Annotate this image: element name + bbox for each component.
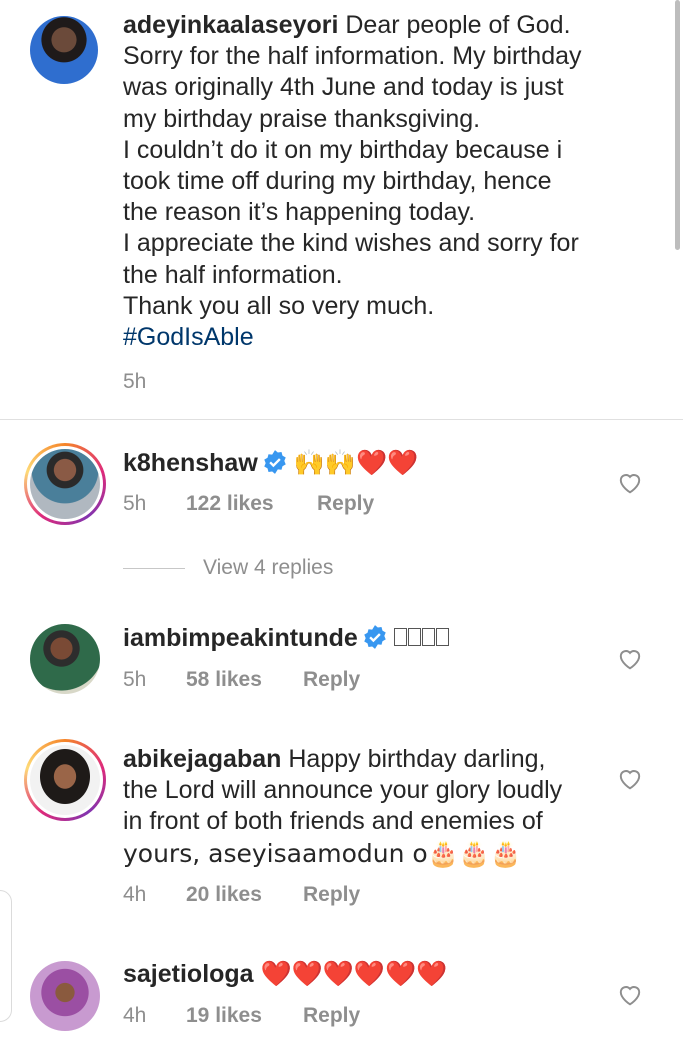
caption-hashtag[interactable]: #GodIsAble xyxy=(123,322,643,353)
caption-line: Sorry for the half information. My birth… xyxy=(123,42,582,71)
comment-meta: 4h 20 likes Reply xyxy=(123,883,360,907)
caption-author-avatar[interactable] xyxy=(30,16,98,84)
comment-avatar-k8henshaw[interactable] xyxy=(24,443,106,525)
verified-badge-icon xyxy=(362,624,388,658)
comment-text-line: in front of both friends and enemies of xyxy=(123,807,543,836)
caption-time: 5h xyxy=(123,370,147,393)
comment-body: abikejagaban Happy birthday darling, the… xyxy=(123,744,603,869)
comment-text-line: yours, aseyisaamodun o🎂🎂🎂 xyxy=(123,838,522,868)
reply-button[interactable]: Reply xyxy=(317,492,374,516)
view-replies-button[interactable]: View 4 replies xyxy=(123,556,333,580)
comment-text: 🙌🙌❤️❤️ xyxy=(293,448,419,477)
heart-outline-icon[interactable] xyxy=(617,470,643,494)
comment-username[interactable]: iambimpeakintunde xyxy=(123,624,358,652)
verified-badge-icon xyxy=(262,449,288,483)
comment-username[interactable]: sajetiologa xyxy=(123,960,254,988)
view-replies-label[interactable]: View 4 replies xyxy=(203,556,333,580)
reply-button[interactable]: Reply xyxy=(303,1004,360,1028)
comment-avatar-iambimpeakintunde[interactable] xyxy=(30,624,100,694)
reply-button[interactable]: Reply xyxy=(303,668,360,692)
heart-outline-icon[interactable] xyxy=(617,982,643,1006)
comment-time: 5h xyxy=(123,492,147,515)
comment-body: sajetiologa ❤️❤️❤️❤️❤️❤️ xyxy=(123,958,603,990)
comment-body: iambimpeakintunde xyxy=(123,623,603,658)
edge-panel-handle[interactable] xyxy=(0,890,12,1022)
reply-button[interactable]: Reply xyxy=(303,883,360,907)
caption-meta: 5h xyxy=(123,370,146,394)
comment-likes[interactable]: 20 likes xyxy=(186,883,303,907)
comment-username[interactable]: k8henshaw xyxy=(123,449,258,477)
divider xyxy=(0,419,683,420)
caption-line: was originally 4th June and today is jus… xyxy=(123,73,564,102)
comment-meta: 5h 58 likes Reply xyxy=(123,668,360,692)
comment-username[interactable]: abikejagaban xyxy=(123,745,281,773)
replies-line xyxy=(123,567,185,569)
heart-outline-icon[interactable] xyxy=(617,646,643,670)
comment-meta: 4h 19 likes Reply xyxy=(123,1004,360,1028)
caption-line: the reason it’s happening today. xyxy=(123,198,476,227)
caption-line: my birthday praise thanksgiving. xyxy=(123,104,481,133)
caption-line: took time off during my birthday, hence xyxy=(123,167,552,196)
comment-text: ❤️❤️❤️❤️❤️❤️ xyxy=(260,959,448,988)
comment-likes[interactable]: 19 likes xyxy=(186,1004,303,1028)
comment-time: 4h xyxy=(123,1004,147,1027)
comment-meta: 5h 122 likes Reply xyxy=(123,492,374,516)
caption-line: I appreciate the kind wishes and sorry f… xyxy=(123,229,579,258)
comment-time: 5h xyxy=(123,668,147,691)
caption-line: the half information. xyxy=(123,260,343,289)
comment-text-placeholder-glyphs xyxy=(393,628,449,650)
comment-avatar-sajetiologa[interactable] xyxy=(30,961,100,1031)
heart-outline-icon[interactable] xyxy=(617,766,643,790)
comment-body: k8henshaw 🙌🙌❤️❤️ xyxy=(123,447,603,483)
comment-likes[interactable]: 58 likes xyxy=(186,668,303,692)
caption-text: adeyinkaalaseyori Dear people of God. So… xyxy=(123,10,643,353)
caption-line: Thank you all so very much. xyxy=(123,291,435,320)
caption-line: I couldn’t do it on my birthday because … xyxy=(123,135,563,164)
comment-likes[interactable]: 122 likes xyxy=(186,492,317,516)
comment-avatar-abikejagaban[interactable] xyxy=(24,739,106,821)
post-caption: adeyinkaalaseyori Dear people of God. So… xyxy=(0,0,683,420)
caption-username[interactable]: adeyinkaalaseyori xyxy=(123,11,338,39)
caption-line: Dear people of God. xyxy=(345,11,571,39)
comment-text-line: Happy birthday darling, xyxy=(288,745,546,773)
comment-time: 4h xyxy=(123,883,147,906)
comment-text-line: the Lord will announce your glory loudly xyxy=(123,776,563,805)
